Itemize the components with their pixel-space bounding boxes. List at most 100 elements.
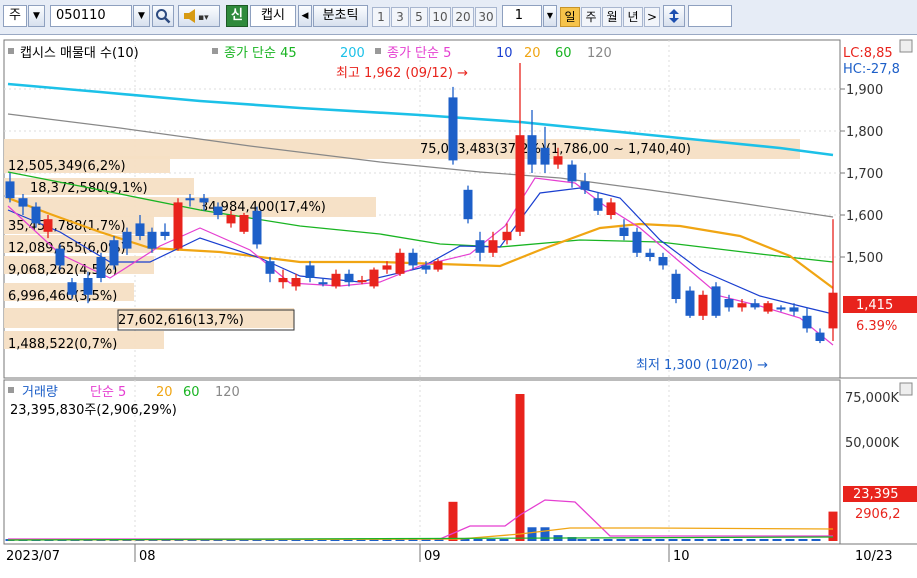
minute-3-button[interactable]: 3 [391, 7, 409, 27]
svg-text:▪▾: ▪▾ [198, 13, 209, 23]
candle-down [55, 248, 65, 266]
profile-label: 6,996,460(3,5%) [8, 289, 117, 304]
updown-arrow-icon[interactable] [663, 5, 685, 27]
vol-ma5-legend: 단순 5 [90, 385, 126, 400]
tab-month[interactable]: 월 [602, 7, 622, 27]
stock-code-input[interactable]: 050110 [50, 5, 132, 27]
candle-down [711, 286, 721, 316]
volume-bar [499, 539, 509, 541]
lc-label: LC:8,85 [843, 46, 893, 61]
tab-day[interactable]: 일 [560, 7, 580, 27]
search-icon[interactable] [152, 5, 174, 27]
legend-square-icon [8, 48, 14, 54]
price-tick: 1,500 [846, 251, 883, 266]
extra-input[interactable] [688, 5, 732, 27]
volume-bar [603, 539, 613, 541]
legend-square-icon [375, 48, 381, 54]
minute-tick-button[interactable]: 분초틱 [313, 5, 368, 27]
candle-down [815, 332, 825, 341]
profile-label: 18,372,580(9,1%) [30, 181, 148, 196]
tab-year[interactable]: 년 [623, 7, 643, 27]
volume-bar [486, 539, 496, 541]
candle-down [147, 231, 157, 249]
candle-down [31, 206, 41, 224]
candle-down [83, 278, 93, 295]
count-dropdown-button[interactable]: ▼ [543, 5, 557, 27]
volume-bar [811, 539, 821, 541]
price-tick: 1,800 [846, 125, 883, 140]
vol-tick-75000: 75,000K [845, 391, 899, 406]
credit-badge[interactable]: 신 [226, 5, 248, 27]
candle-down [67, 282, 77, 295]
ma45-legend: 종가 단순 45 [224, 46, 297, 61]
candle-down [580, 181, 590, 190]
speaker-icon[interactable]: ▪▾ [178, 5, 220, 27]
minute-10-button[interactable]: 10 [429, 7, 451, 27]
candle-down [252, 210, 262, 245]
x-label-2023-07: 2023/07 [6, 549, 60, 564]
current-volume-ratio: 2906,2 [855, 507, 901, 522]
x-label-10: 10 [673, 549, 690, 564]
minute-1-button[interactable]: 1 [372, 7, 390, 27]
vol-ma120-legend: 120 [215, 385, 240, 400]
panel-close-icon[interactable] [899, 382, 913, 396]
ma120-legend: 120 [587, 46, 612, 61]
candle-down [593, 198, 603, 211]
candle-up [488, 240, 498, 253]
x-label-09: 09 [424, 549, 441, 564]
volume-bar [527, 527, 537, 541]
stock-name: 캡시 [250, 5, 296, 27]
candle-up [357, 280, 367, 283]
candle-up [737, 303, 747, 308]
volume-bar [473, 539, 483, 541]
volume-bar [746, 539, 756, 541]
candle-down [789, 307, 799, 312]
price-tick: 1,600 [846, 209, 883, 224]
stock-chart[interactable]: 75,043,483(37,2%)(1,786,00 ~ 1,740,40) 12… [0, 34, 917, 575]
candle-down [265, 261, 275, 274]
volume-bar [668, 539, 678, 541]
profile-label: 35,451,788(1,7%) [8, 219, 126, 234]
candle-up [226, 215, 236, 224]
candle-up [173, 202, 183, 249]
candle-down [658, 257, 668, 266]
candle-down [448, 97, 458, 161]
low-annotation: 최저 1,300 (10/20) → [636, 358, 768, 373]
candle-up [239, 215, 249, 232]
profile-label: 12,505,349(6,2%) [8, 159, 126, 174]
volume-bar [681, 539, 691, 541]
volume-bar [642, 539, 652, 541]
candle-down [160, 231, 170, 236]
candle-up [433, 261, 443, 270]
candle-up [698, 294, 708, 316]
candle-up [828, 292, 838, 329]
candle-down [213, 206, 223, 215]
candle-up [369, 269, 379, 287]
prev-arrow-icon[interactable]: ◀ [298, 5, 312, 27]
minute-30-button[interactable]: 30 [475, 7, 497, 27]
candle-down [685, 290, 695, 316]
minute-20-button[interactable]: 20 [452, 7, 474, 27]
minute-5-button[interactable]: 5 [410, 7, 428, 27]
next-button[interactable]: > [644, 7, 660, 27]
volume-bar [577, 539, 587, 541]
candle-down [632, 231, 642, 253]
volume-bar [515, 394, 525, 541]
code-dropdown-button[interactable]: ▼ [133, 5, 150, 27]
candle-up [278, 278, 288, 283]
vol-tick-50000: 50,000K [845, 436, 899, 451]
candle-down [671, 273, 681, 299]
market-dropdown-button[interactable]: ▼ [28, 5, 45, 27]
tab-week[interactable]: 주 [581, 7, 601, 27]
candle-down [318, 282, 328, 285]
panel-close-icon[interactable] [899, 39, 913, 53]
volume-bar [590, 539, 600, 541]
candle-up [515, 135, 525, 232]
candle-down [724, 299, 734, 308]
candle-down [421, 265, 431, 270]
candle-down [96, 257, 106, 278]
chart-area[interactable]: 75,043,483(37,2%)(1,786,00 ~ 1,740,40) 12… [0, 34, 917, 575]
profile-label: 75,043,483(37,2%)(1,786,00 ~ 1,740,40) [420, 142, 691, 157]
count-input[interactable]: 1 [502, 5, 542, 27]
vol-ma60-legend: 60 [183, 385, 200, 400]
